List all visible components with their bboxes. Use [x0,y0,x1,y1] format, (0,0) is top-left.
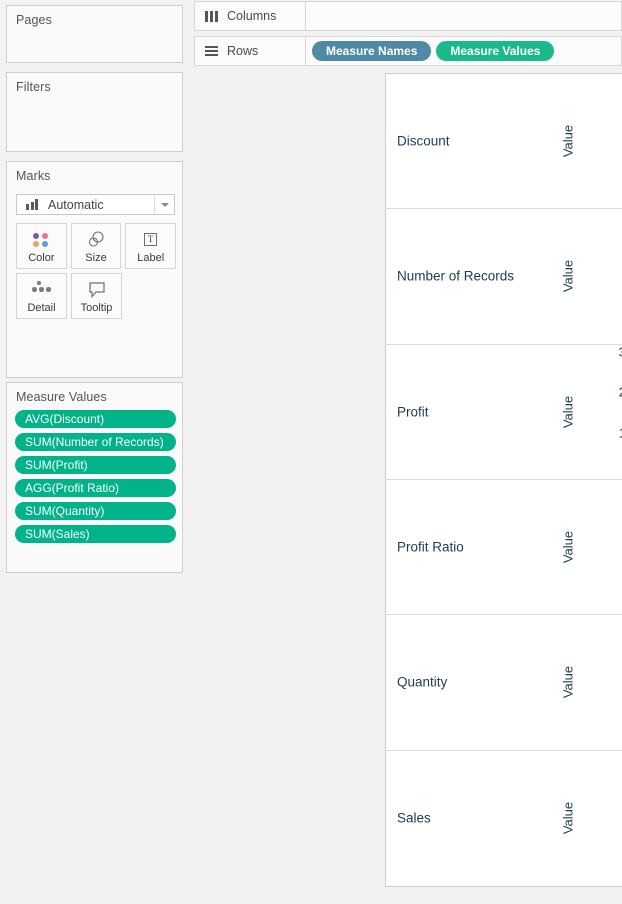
axis-tick-label: 0.05 [559,158,622,173]
measure-value-pill[interactable]: SUM(Sales) [15,525,176,543]
marks-tooltip-button[interactable]: Tooltip [71,273,122,319]
axis-tick-label: 5K [559,272,622,287]
marks-size-label: Size [85,252,106,264]
marks-detail-label: Detail [27,302,55,314]
pages-card[interactable]: Pages [6,5,183,63]
mark-type-select[interactable]: Automatic [16,194,175,215]
worksheet-area: Columns Rows Measure NamesMeasure Values… [189,0,622,904]
rows-shelf-pill[interactable]: Measure Names [312,41,431,61]
filters-card[interactable]: Filters [6,72,183,152]
chevron-down-icon[interactable] [154,195,174,214]
axis-tick-label: 0.05 [559,552,622,567]
axis-tick-label: 0K [559,330,622,345]
chart-panel[interactable]: ProfitValue300K200K100K0K [386,345,622,480]
panel-axis-ticks: 2M 1M 0M [559,751,622,886]
axis-tick-label: 100K [559,425,622,440]
rows-shelf-dropzone[interactable]: Measure NamesMeasure Values [306,37,621,65]
panel-row-label: Profit Ratio [397,540,464,555]
measure-values-card-title: Measure Values [7,383,182,404]
measure-value-pill[interactable]: AGG(Profit Ratio) [15,479,176,497]
marks-size-button[interactable]: Size [71,223,122,269]
chart-panel[interactable]: QuantityValue30K20K10K0K [386,615,622,750]
measure-value-pill[interactable]: AVG(Discount) [15,410,176,428]
filters-card-title: Filters [7,73,182,94]
panel-axis-ticks: 300K 200K 100K 0K [559,345,622,479]
marks-tooltip-label: Tooltip [81,302,113,314]
columns-shelf-text: Columns [227,9,276,23]
marks-color-button[interactable]: Color [16,223,67,269]
axis-tick-label: 10K [559,704,622,719]
marks-label-button[interactable]: T Label [125,223,176,269]
mark-type-value: Automatic [48,198,104,212]
panel-row-label: Number of Records [397,269,514,284]
measure-values-card[interactable]: Measure Values AVG(Discount) SUM(Number o… [6,382,183,573]
label-text-icon: T [144,229,157,251]
axis-tick-label: 0.00 [559,601,622,616]
marks-color-label: Color [28,252,54,264]
axis-tick-label: 10K [559,213,622,228]
measure-value-pill[interactable]: SUM(Quantity) [15,502,176,520]
axis-tick-label: 0.15 [559,83,622,98]
marks-card[interactable]: Marks Automatic Color [6,161,183,378]
bar-chart-icon [22,199,44,210]
axis-tick-label: 20K [559,672,622,687]
mark-buttons-group: Color Size T Label [16,223,176,323]
panel-row-label: Quantity [397,675,447,690]
axis-tick-label: 2M [559,766,622,781]
marks-label-label: Label [137,252,164,264]
size-circles-icon [86,229,106,251]
rows-shelf[interactable]: Rows Measure NamesMeasure Values [194,36,622,66]
chart-panel[interactable]: SalesValue2M1M0M [386,751,622,886]
axis-tick-label: 0K [559,465,622,480]
rows-shelf-pill[interactable]: Measure Values [436,41,554,61]
axis-tick-label: 0M [559,871,622,886]
pages-card-title: Pages [7,6,182,27]
chart-panel[interactable]: Number of RecordsValue10K5K0K [386,209,622,344]
panel-axis-ticks: 30K 20K 10K 0K [559,615,622,749]
panel-axis-ticks: 0.10 0.05 0.00 [559,480,622,614]
axis-tick-label: 300K [559,344,622,359]
panel-axis-ticks: 0.15 0.10 0.05 0.00 [559,74,622,208]
color-dots-icon [33,229,49,251]
axis-tick-label: 0.10 [559,504,622,519]
columns-shelf-label: Columns [195,2,306,30]
detail-dots-icon [32,279,51,301]
rows-icon [205,46,218,56]
measure-values-pill-list: AVG(Discount) SUM(Number of Records) SUM(P… [15,410,176,548]
axis-tick-label: 200K [559,385,622,400]
rows-shelf-label: Rows [195,37,306,65]
chart-panel[interactable]: Profit RatioValue0.100.050.00 [386,480,622,615]
axis-tick-label: 0K [559,736,622,751]
chart-panel[interactable]: DiscountValue0.150.100.050.00 [386,74,622,209]
panel-row-label: Profit [397,404,429,419]
axis-tick-label: 0.10 [559,120,622,135]
marks-detail-button[interactable]: Detail [16,273,67,319]
columns-shelf-dropzone[interactable] [306,2,621,30]
columns-icon [205,11,218,22]
visualization-panel[interactable]: DiscountValue0.150.100.050.00Number of R… [385,73,622,887]
panel-row-label: Discount [397,134,450,149]
columns-shelf[interactable]: Columns [194,1,622,31]
axis-tick-label: 30K [559,640,622,655]
rows-shelf-text: Rows [227,44,258,58]
measure-value-pill[interactable]: SUM(Number of Records) [15,433,176,451]
marks-card-title: Marks [7,162,182,183]
axis-tick-label: 0.00 [559,195,622,210]
panel-row-label: Sales [397,811,431,826]
left-rail: Pages Filters Marks Automatic Color [0,0,189,904]
measure-value-pill[interactable]: SUM(Profit) [15,456,176,474]
axis-tick-label: 1M [559,819,622,834]
tooltip-bubble-icon [87,279,107,301]
panel-axis-ticks: 10K 5K 0K [559,209,622,343]
tableau-worksheet-window: Pages Filters Marks Automatic Color [0,0,622,904]
